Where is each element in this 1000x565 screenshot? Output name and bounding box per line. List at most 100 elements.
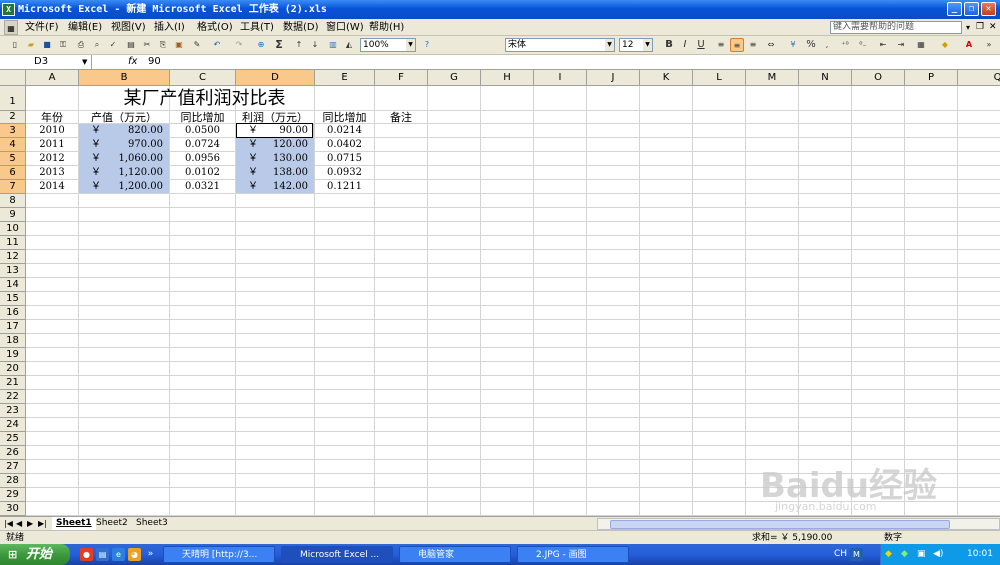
column-header-e[interactable]: E bbox=[315, 70, 375, 86]
doc-restore-icon[interactable]: ❐ bbox=[976, 20, 984, 35]
row-header-17[interactable]: 17 bbox=[0, 320, 26, 334]
chart-wizard-icon[interactable]: ▥ bbox=[326, 38, 340, 52]
fill-color-icon[interactable]: ◆ bbox=[938, 38, 952, 52]
ie-icon[interactable]: e bbox=[112, 548, 125, 561]
sort-ascending-icon[interactable]: ↑ bbox=[292, 38, 306, 52]
profit-growth-cell[interactable]: 0.0715 bbox=[317, 152, 372, 166]
task-paint[interactable]: 2.JPG - 画图 bbox=[517, 546, 629, 563]
security-icon[interactable]: ◆ bbox=[901, 544, 908, 565]
profit-growth-cell[interactable]: 0.0932 bbox=[317, 166, 372, 180]
profit-value-cell[interactable]: 90.00 bbox=[238, 124, 312, 138]
horizontal-scrollbar[interactable] bbox=[597, 518, 1000, 530]
row-header-20[interactable]: 20 bbox=[0, 362, 26, 376]
volume-icon[interactable]: ◀) bbox=[933, 544, 943, 565]
prev-sheet-icon[interactable]: ◀ bbox=[16, 518, 22, 530]
desktop-icon[interactable]: ▤ bbox=[96, 548, 109, 561]
row-header-4[interactable]: 4 bbox=[0, 138, 26, 152]
row-header-18[interactable]: 18 bbox=[0, 334, 26, 348]
row-header-28[interactable]: 28 bbox=[0, 474, 26, 488]
minimize-button[interactable]: _ bbox=[947, 2, 962, 16]
profit-growth-cell[interactable]: 0.1211 bbox=[317, 180, 372, 194]
quick-launch-more-icon[interactable]: » bbox=[144, 548, 157, 561]
percent-button[interactable]: % bbox=[804, 38, 818, 52]
copy-icon[interactable]: ⎘ bbox=[156, 38, 170, 52]
increase-indent-icon[interactable]: ⇥ bbox=[894, 38, 908, 52]
close-button[interactable]: ✕ bbox=[981, 2, 996, 16]
save-icon[interactable]: ■ bbox=[40, 38, 54, 52]
column-header-a[interactable]: A bbox=[26, 70, 79, 86]
currency-icon[interactable]: ¥ bbox=[786, 38, 800, 52]
first-sheet-icon[interactable]: |◀ bbox=[4, 518, 13, 530]
row-header-22[interactable]: 22 bbox=[0, 390, 26, 404]
task-pc-manager[interactable]: 电脑管家 bbox=[399, 546, 511, 563]
header-cell[interactable]: 产值（万元） bbox=[81, 111, 167, 124]
formula-input[interactable]: 90 bbox=[148, 55, 161, 69]
row-header-5[interactable]: 5 bbox=[0, 152, 26, 166]
menu-data[interactable]: 数据(D) bbox=[283, 20, 319, 35]
redo-icon[interactable]: ↷ bbox=[232, 38, 246, 52]
hyperlink-icon[interactable]: ⊕ bbox=[254, 38, 268, 52]
font-size-dropdown-icon[interactable]: ▼ bbox=[643, 39, 652, 51]
row-header-25[interactable]: 25 bbox=[0, 432, 26, 446]
menu-view[interactable]: 视图(V) bbox=[111, 20, 146, 35]
column-header-p[interactable]: P bbox=[905, 70, 958, 86]
cut-icon[interactable]: ✂ bbox=[140, 38, 154, 52]
profit-growth-cell[interactable]: 0.0214 bbox=[317, 124, 372, 138]
column-header-j[interactable]: J bbox=[587, 70, 640, 86]
start-button[interactable]: ⊞ 开始 bbox=[0, 544, 70, 565]
year-cell[interactable]: 2011 bbox=[28, 138, 76, 152]
output-value-cell[interactable]: 1,120.00 bbox=[81, 166, 167, 180]
column-header-k[interactable]: K bbox=[640, 70, 693, 86]
row-header-30[interactable]: 30 bbox=[0, 502, 26, 516]
last-sheet-icon[interactable]: ▶| bbox=[38, 518, 47, 530]
column-header-d[interactable]: D bbox=[236, 70, 315, 86]
task-browser[interactable]: 天晴明 [http://3... bbox=[163, 546, 275, 563]
column-header-o[interactable]: O bbox=[852, 70, 905, 86]
sheet-tab-sheet1[interactable]: Sheet1 bbox=[52, 517, 96, 530]
output-value-cell[interactable]: 1,200.00 bbox=[81, 180, 167, 194]
font-dropdown-icon[interactable]: ▼ bbox=[605, 39, 614, 51]
underline-button[interactable]: U bbox=[694, 38, 708, 52]
row-header-27[interactable]: 27 bbox=[0, 460, 26, 474]
row-header-24[interactable]: 24 bbox=[0, 418, 26, 432]
row-header-7[interactable]: 7 bbox=[0, 180, 26, 194]
name-box[interactable]: D3 ▼ bbox=[0, 55, 92, 69]
sheet-tab-sheet3[interactable]: Sheet3 bbox=[132, 517, 172, 530]
increase-decimal-icon[interactable]: ⁺⁰ bbox=[838, 38, 852, 52]
row-header-19[interactable]: 19 bbox=[0, 348, 26, 362]
header-cell[interactable]: 年份 bbox=[28, 111, 76, 124]
column-header-i[interactable]: I bbox=[534, 70, 587, 86]
scroll-thumb[interactable] bbox=[610, 520, 950, 529]
output-growth-cell[interactable]: 0.0956 bbox=[172, 152, 233, 166]
function-icon[interactable]: fx bbox=[128, 55, 137, 69]
profit-growth-cell[interactable]: 0.0402 bbox=[317, 138, 372, 152]
bold-button[interactable]: B bbox=[662, 38, 676, 52]
help-search-input[interactable]: 键入需要帮助的问题 bbox=[830, 21, 962, 34]
profit-value-cell[interactable]: 142.00 bbox=[238, 180, 312, 194]
name-box-dropdown-icon[interactable]: ▼ bbox=[82, 55, 87, 69]
sheet-tab-sheet2[interactable]: Sheet2 bbox=[92, 517, 132, 530]
header-cell[interactable]: 同比增加 bbox=[172, 111, 233, 124]
autosum-icon[interactable]: Σ bbox=[272, 38, 286, 52]
help-dropdown-icon[interactable]: ▾ bbox=[966, 20, 970, 35]
column-header-c[interactable]: C bbox=[170, 70, 236, 86]
paste-icon[interactable]: ▣ bbox=[172, 38, 186, 52]
profit-value-cell[interactable]: 120.00 bbox=[238, 138, 312, 152]
align-center-icon[interactable]: ≡ bbox=[730, 38, 744, 52]
decrease-decimal-icon[interactable]: ⁰₋ bbox=[856, 38, 870, 52]
column-header-b[interactable]: B bbox=[79, 70, 170, 86]
row-header-23[interactable]: 23 bbox=[0, 404, 26, 418]
doc-close-icon[interactable]: ✕ bbox=[989, 20, 997, 35]
row-header-3[interactable]: 3 bbox=[0, 124, 26, 138]
research-icon[interactable]: ▤ bbox=[124, 38, 138, 52]
font-color-icon[interactable]: A bbox=[962, 38, 976, 52]
next-sheet-icon[interactable]: ▶ bbox=[27, 518, 33, 530]
table-title[interactable]: 某厂产值利润对比表 bbox=[26, 86, 428, 111]
column-header-m[interactable]: M bbox=[746, 70, 799, 86]
row-header-10[interactable]: 10 bbox=[0, 222, 26, 236]
undo-icon[interactable]: ↶ bbox=[210, 38, 224, 52]
output-value-cell[interactable]: 1,060.00 bbox=[81, 152, 167, 166]
shield-icon[interactable]: ◆ bbox=[885, 544, 892, 565]
ime-icon[interactable]: M bbox=[850, 548, 863, 561]
qq-icon[interactable]: ◕ bbox=[128, 548, 141, 561]
